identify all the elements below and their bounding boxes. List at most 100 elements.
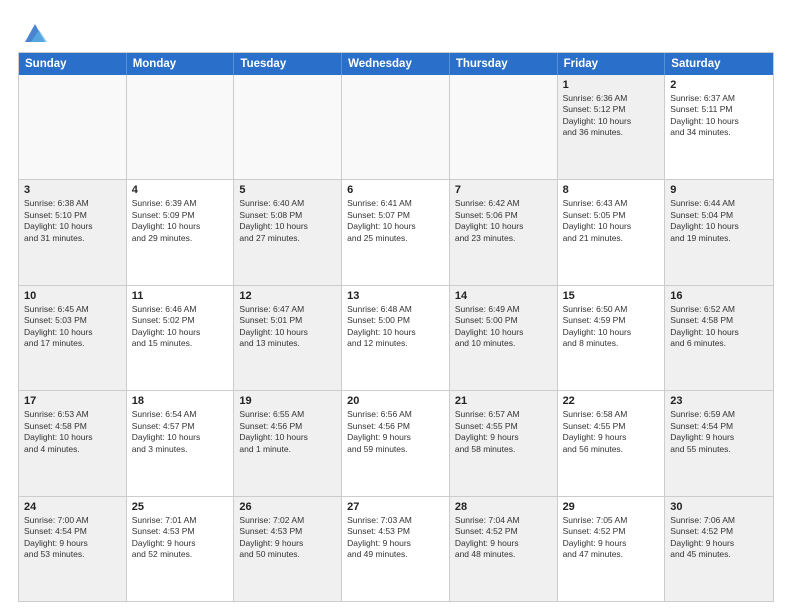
day-number: 16 [670,290,768,302]
day-number: 15 [563,290,660,302]
day-number: 24 [24,501,121,513]
day-number: 11 [132,290,229,302]
day-cell: 14 Sunrise: 6:49 AM Sunset: 5:00 PM Dayli… [450,286,558,390]
day-info: Sunrise: 6:42 AM Sunset: 5:06 PM Dayligh… [455,198,552,244]
page: SundayMondayTuesdayWednesdayThursdayFrid… [0,0,792,612]
day-info: Sunrise: 6:54 AM Sunset: 4:57 PM Dayligh… [132,409,229,455]
header-wednesday: Wednesday [342,53,450,75]
day-info: Sunrise: 6:59 AM Sunset: 4:54 PM Dayligh… [670,409,768,455]
day-number: 20 [347,395,444,407]
day-info: Sunrise: 6:58 AM Sunset: 4:55 PM Dayligh… [563,409,660,455]
day-cell: 12 Sunrise: 6:47 AM Sunset: 5:01 PM Dayli… [234,286,342,390]
day-info: Sunrise: 6:38 AM Sunset: 5:10 PM Dayligh… [24,198,121,244]
day-cell: 19 Sunrise: 6:55 AM Sunset: 4:56 PM Dayli… [234,391,342,495]
day-cell: 3 Sunrise: 6:38 AM Sunset: 5:10 PM Daylig… [19,180,127,284]
day-cell: 7 Sunrise: 6:42 AM Sunset: 5:06 PM Daylig… [450,180,558,284]
day-number: 23 [670,395,768,407]
day-number: 28 [455,501,552,513]
day-number: 5 [239,184,336,196]
day-cell: 2 Sunrise: 6:37 AM Sunset: 5:11 PM Daylig… [665,75,773,179]
day-info: Sunrise: 7:03 AM Sunset: 4:53 PM Dayligh… [347,515,444,561]
week-row-3: 17 Sunrise: 6:53 AM Sunset: 4:58 PM Dayli… [19,391,773,496]
day-number: 2 [670,79,768,91]
day-cell: 22 Sunrise: 6:58 AM Sunset: 4:55 PM Dayli… [558,391,666,495]
day-info: Sunrise: 6:48 AM Sunset: 5:00 PM Dayligh… [347,304,444,350]
day-number: 14 [455,290,552,302]
day-info: Sunrise: 6:43 AM Sunset: 5:05 PM Dayligh… [563,198,660,244]
day-number: 22 [563,395,660,407]
day-info: Sunrise: 6:57 AM Sunset: 4:55 PM Dayligh… [455,409,552,455]
day-cell: 20 Sunrise: 6:56 AM Sunset: 4:56 PM Dayli… [342,391,450,495]
day-cell: 4 Sunrise: 6:39 AM Sunset: 5:09 PM Daylig… [127,180,235,284]
day-info: Sunrise: 6:46 AM Sunset: 5:02 PM Dayligh… [132,304,229,350]
day-cell: 24 Sunrise: 7:00 AM Sunset: 4:54 PM Dayli… [19,497,127,601]
header [18,18,774,46]
day-number: 4 [132,184,229,196]
day-info: Sunrise: 6:37 AM Sunset: 5:11 PM Dayligh… [670,93,768,139]
day-info: Sunrise: 7:05 AM Sunset: 4:52 PM Dayligh… [563,515,660,561]
day-cell: 17 Sunrise: 6:53 AM Sunset: 4:58 PM Dayli… [19,391,127,495]
day-number: 9 [670,184,768,196]
day-info: Sunrise: 6:50 AM Sunset: 4:59 PM Dayligh… [563,304,660,350]
week-row-2: 10Sunrise: 6:45 AM Sunset: 5:03 PM Dayli… [19,286,773,391]
day-cell: 23 Sunrise: 6:59 AM Sunset: 4:54 PM Dayli… [665,391,773,495]
day-cell: 25 Sunrise: 7:01 AM Sunset: 4:53 PM Dayli… [127,497,235,601]
day-info: Sunrise: 7:00 AM Sunset: 4:54 PM Dayligh… [24,515,121,561]
day-info: Sunrise: 7:02 AM Sunset: 4:53 PM Dayligh… [239,515,336,561]
day-number: 1 [563,79,660,91]
day-number: 18 [132,395,229,407]
day-number: 12 [239,290,336,302]
day-number: 7 [455,184,552,196]
day-info: Sunrise: 6:39 AM Sunset: 5:09 PM Dayligh… [132,198,229,244]
day-info: Sunrise: 6:56 AM Sunset: 4:56 PM Dayligh… [347,409,444,455]
day-number: 27 [347,501,444,513]
day-info: Sunrise: 6:36 AM Sunset: 5:12 PM Dayligh… [563,93,660,139]
header-saturday: Saturday [665,53,773,75]
day-info: Sunrise: 6:49 AM Sunset: 5:00 PM Dayligh… [455,304,552,350]
day-number: 17 [24,395,121,407]
day-cell: 16Sunrise: 6:52 AM Sunset: 4:58 PM Dayli… [665,286,773,390]
header-friday: Friday [558,53,666,75]
day-cell: 28 Sunrise: 7:04 AM Sunset: 4:52 PM Dayli… [450,497,558,601]
day-number: 26 [239,501,336,513]
week-row-1: 3 Sunrise: 6:38 AM Sunset: 5:10 PM Daylig… [19,180,773,285]
calendar: SundayMondayTuesdayWednesdayThursdayFrid… [18,52,774,602]
day-number: 21 [455,395,552,407]
header-monday: Monday [127,53,235,75]
day-cell: 21 Sunrise: 6:57 AM Sunset: 4:55 PM Dayli… [450,391,558,495]
day-cell: 15 Sunrise: 6:50 AM Sunset: 4:59 PM Dayli… [558,286,666,390]
day-cell: 13 Sunrise: 6:48 AM Sunset: 5:00 PM Dayli… [342,286,450,390]
header-tuesday: Tuesday [234,53,342,75]
day-cell: 27 Sunrise: 7:03 AM Sunset: 4:53 PM Dayli… [342,497,450,601]
day-cell: 18 Sunrise: 6:54 AM Sunset: 4:57 PM Dayli… [127,391,235,495]
day-cell [127,75,235,179]
calendar-body: 1 Sunrise: 6:36 AM Sunset: 5:12 PM Daylig… [19,75,773,601]
day-number: 10 [24,290,121,302]
header-thursday: Thursday [450,53,558,75]
logo-icon [21,18,49,46]
day-info: Sunrise: 6:44 AM Sunset: 5:04 PM Dayligh… [670,198,768,244]
day-info: Sunrise: 6:47 AM Sunset: 5:01 PM Dayligh… [239,304,336,350]
day-cell: 1 Sunrise: 6:36 AM Sunset: 5:12 PM Daylig… [558,75,666,179]
day-number: 3 [24,184,121,196]
day-info: Sunrise: 7:04 AM Sunset: 4:52 PM Dayligh… [455,515,552,561]
day-info: Sunrise: 6:41 AM Sunset: 5:07 PM Dayligh… [347,198,444,244]
day-cell [234,75,342,179]
calendar-header: SundayMondayTuesdayWednesdayThursdayFrid… [19,53,773,75]
day-cell: 10Sunrise: 6:45 AM Sunset: 5:03 PM Dayli… [19,286,127,390]
day-cell: 11 Sunrise: 6:46 AM Sunset: 5:02 PM Dayli… [127,286,235,390]
day-cell [342,75,450,179]
day-cell: 29Sunrise: 7:05 AM Sunset: 4:52 PM Dayli… [558,497,666,601]
day-info: Sunrise: 6:53 AM Sunset: 4:58 PM Dayligh… [24,409,121,455]
day-cell: 30Sunrise: 7:06 AM Sunset: 4:52 PM Dayli… [665,497,773,601]
day-number: 25 [132,501,229,513]
day-number: 19 [239,395,336,407]
day-cell: 9 Sunrise: 6:44 AM Sunset: 5:04 PM Daylig… [665,180,773,284]
day-cell: 8Sunrise: 6:43 AM Sunset: 5:05 PM Daylig… [558,180,666,284]
day-info: Sunrise: 7:01 AM Sunset: 4:53 PM Dayligh… [132,515,229,561]
day-cell [450,75,558,179]
day-number: 13 [347,290,444,302]
day-info: Sunrise: 6:55 AM Sunset: 4:56 PM Dayligh… [239,409,336,455]
day-cell: 6Sunrise: 6:41 AM Sunset: 5:07 PM Daylig… [342,180,450,284]
day-cell: 5Sunrise: 6:40 AM Sunset: 5:08 PM Daylig… [234,180,342,284]
